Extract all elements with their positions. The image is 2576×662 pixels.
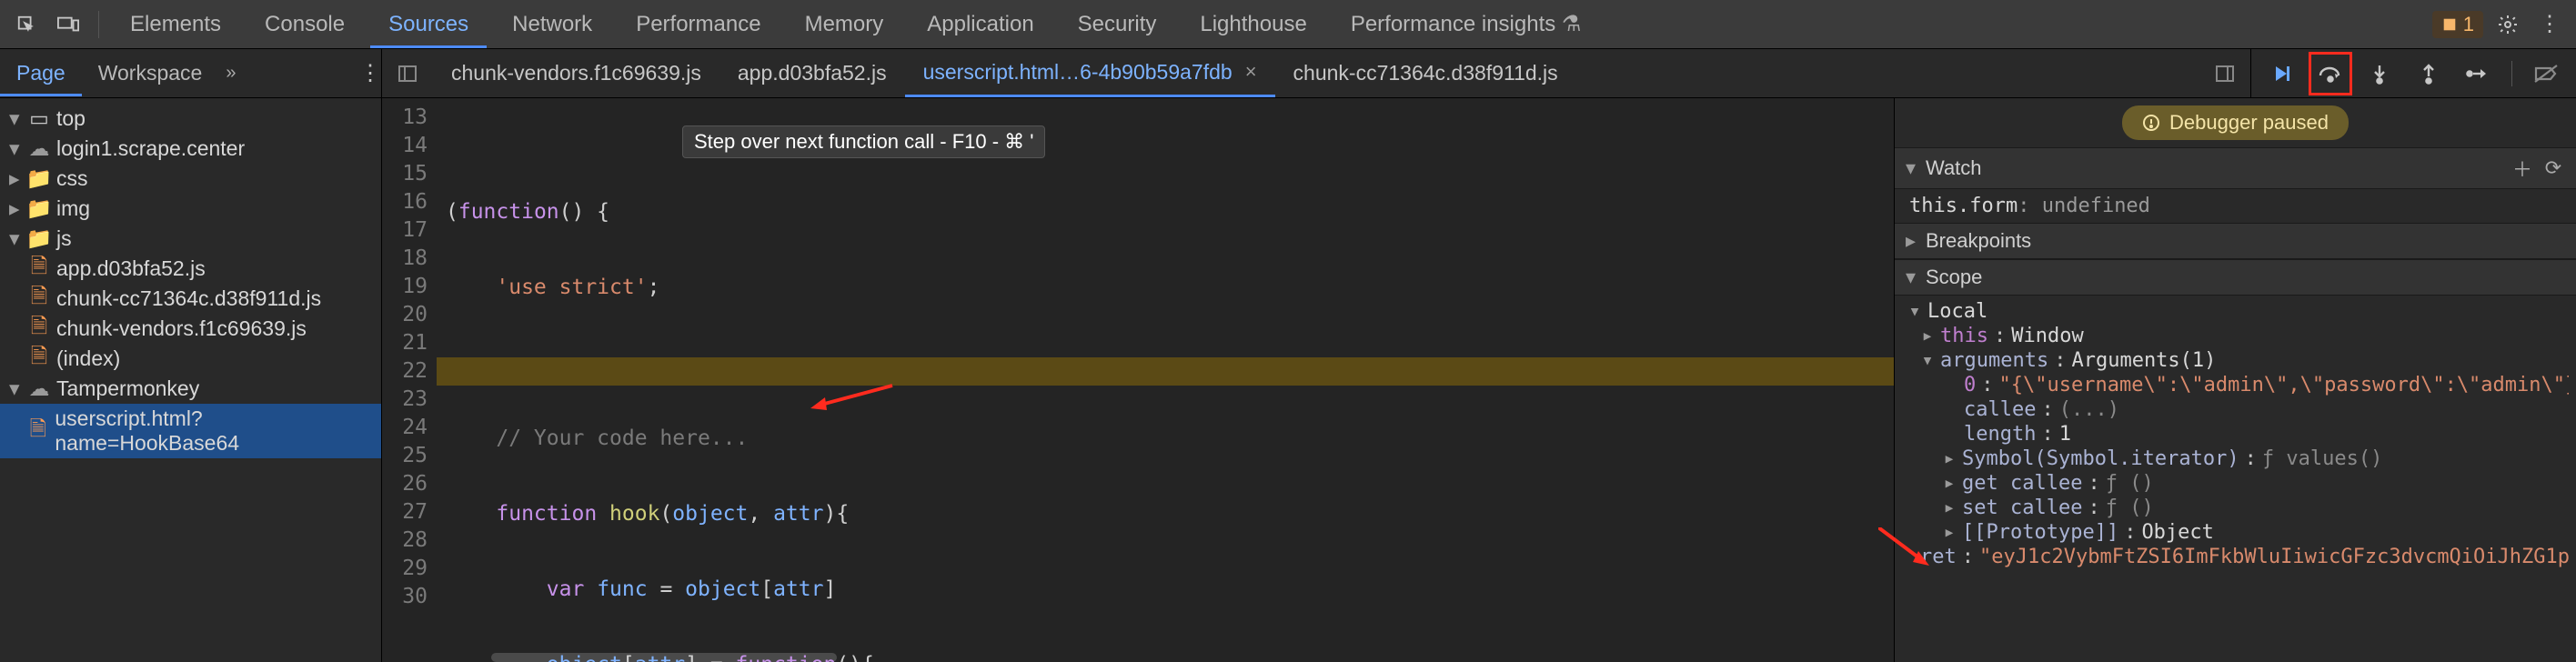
tree-index[interactable]: 🗎(index) (0, 344, 381, 374)
code-editor[interactable]: 13141516 17181920 21222324 25262728 2930… (382, 98, 1894, 662)
tab-performance[interactable]: Performance (618, 1, 779, 48)
tree-folder-img[interactable]: 📁img (0, 194, 381, 224)
paused-badge: Debugger paused (2122, 105, 2349, 140)
filetab-userscript[interactable]: userscript.html…6-4b90b59a7fdb × (905, 49, 1275, 97)
scope-header[interactable]: Scope (1895, 259, 2576, 296)
refresh-watch-icon[interactable]: ⟳ (2541, 156, 2565, 180)
filetab-userscript-label: userscript.html…6-4b90b59a7fdb (923, 60, 1233, 85)
tab-elements[interactable]: Elements (112, 1, 239, 48)
subtab-workspace[interactable]: Workspace (82, 50, 219, 96)
inspect-icon[interactable] (9, 7, 44, 42)
tree-folder-js[interactable]: 📁js (0, 224, 381, 254)
kebab-icon[interactable]: ⋮ (2532, 7, 2567, 42)
tab-network[interactable]: Network (494, 1, 610, 48)
scope-local[interactable]: ▾Local (1902, 299, 2569, 324)
tree-tampermonkey[interactable]: ☁Tampermonkey (0, 374, 381, 404)
tree-file-app[interactable]: 🗎app.d03bfa52.js (0, 254, 381, 284)
debugger-toggle-icon[interactable] (2212, 61, 2238, 86)
step-into-icon[interactable] (2364, 58, 2395, 89)
scope-callee[interactable]: callee: (...) (1902, 397, 2569, 422)
tree-userscript[interactable]: 🗎userscript.html?name=HookBase64 (0, 404, 381, 458)
add-watch-icon[interactable]: ＋ (2511, 154, 2534, 183)
tab-console[interactable]: Console (247, 1, 363, 48)
tab-perf-insights[interactable]: Performance insights ⚗ (1333, 0, 1600, 48)
tab-application[interactable]: Application (909, 1, 1052, 48)
navigator-toggle-icon[interactable] (395, 61, 420, 86)
scope-ret[interactable]: ret: "eyJ1c2VybmFtZSI6ImFkbWluIiwicGFzc3… (1902, 545, 2569, 569)
filetab-chunk-cc[interactable]: chunk-cc71364c.d38f911d.js (1275, 49, 1576, 97)
issues-badge[interactable]: 1 (2432, 11, 2483, 38)
resume-icon[interactable] (2266, 58, 2297, 89)
breakpoints-header[interactable]: Breakpoints (1895, 223, 2576, 259)
deactivate-breakpoints-icon[interactable] (2531, 58, 2561, 89)
scope-arguments[interactable]: ▾arguments: Arguments(1) (1902, 348, 2569, 373)
file-navigator: ▭top ☁login1.scrape.center 📁css 📁img 📁js… (0, 98, 382, 662)
tree-file-chunkcc[interactable]: 🗎chunk-cc71364c.d38f911d.js (0, 284, 381, 314)
tab-memory[interactable]: Memory (787, 1, 902, 48)
more-subtabs-icon[interactable]: » (218, 63, 243, 84)
gutter: 13141516 17181920 21222324 25262728 2930 (382, 98, 437, 662)
tree-top[interactable]: ▭top (0, 104, 381, 134)
issue-count: 1 (2463, 13, 2474, 36)
scope-symbol-iter[interactable]: ▸Symbol(Symbol.iterator): ƒ values() (1902, 446, 2569, 471)
tab-security[interactable]: Security (1060, 1, 1175, 48)
step-out-icon[interactable] (2413, 58, 2444, 89)
scope-prototype[interactable]: ▸[[Prototype]]: Object (1902, 520, 2569, 545)
tab-sources[interactable]: Sources (370, 1, 487, 48)
watch-header[interactable]: Watch ＋ ⟳ (1895, 147, 2576, 189)
tree-folder-css[interactable]: 📁css (0, 164, 381, 194)
subtab-kebab-icon[interactable]: ⋮ (359, 60, 381, 86)
step-icon[interactable] (2462, 58, 2493, 89)
close-icon[interactable]: × (1245, 60, 1257, 84)
device-icon[interactable] (51, 7, 86, 42)
settings-icon[interactable] (2490, 7, 2525, 42)
step-over-tooltip: Step over next function call - F10 - ⌘ ' (682, 125, 1045, 158)
filetab-chunk-vendors[interactable]: chunk-vendors.f1c69639.js (433, 49, 719, 97)
scope-this[interactable]: ▸this: Window (1902, 324, 2569, 348)
scope-length[interactable]: length: 1 (1902, 422, 2569, 446)
watch-item[interactable]: this.form: undefined (1895, 189, 2576, 223)
debugger-panel: Debugger paused Watch ＋ ⟳ this.form: und… (1894, 98, 2576, 662)
tree-domain[interactable]: ☁login1.scrape.center (0, 134, 381, 164)
code-body[interactable]: (function() { 'use strict'; // Your code… (437, 98, 1894, 662)
tree-file-chunkvendors[interactable]: 🗎chunk-vendors.f1c69639.js (0, 314, 381, 344)
filetab-app[interactable]: app.d03bfa52.js (719, 49, 905, 97)
tab-lighthouse[interactable]: Lighthouse (1182, 1, 1324, 48)
scope-arg0[interactable]: 0: "{\"username\":\"admin\",\"password\"… (1902, 373, 2569, 397)
scope-get-callee[interactable]: ▸get callee: ƒ () (1902, 471, 2569, 496)
step-over-icon[interactable] (2315, 58, 2346, 89)
subtab-page[interactable]: Page (0, 50, 82, 96)
scope-set-callee[interactable]: ▸set callee: ƒ () (1902, 496, 2569, 520)
